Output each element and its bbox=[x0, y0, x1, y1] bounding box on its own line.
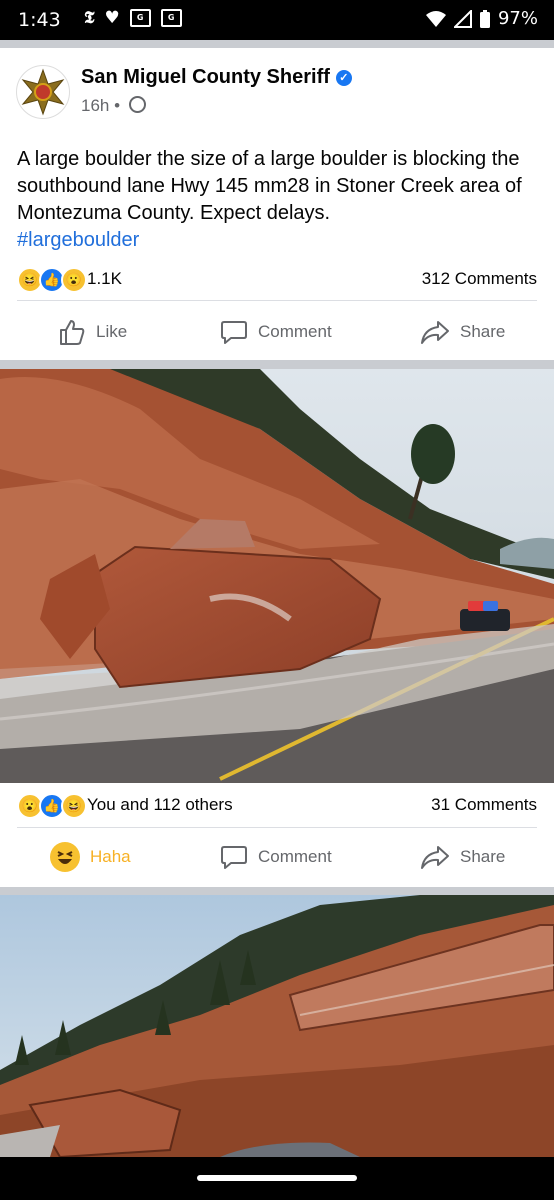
post-meta: 16h • bbox=[81, 96, 146, 116]
google-news-icon: G bbox=[160, 9, 182, 27]
system-nav-bar bbox=[0, 1157, 554, 1200]
wifi-icon bbox=[425, 10, 446, 27]
share-icon bbox=[421, 846, 449, 869]
system-icons: 97% bbox=[425, 8, 538, 29]
photo-comments-count[interactable]: 31 Comments bbox=[431, 795, 537, 815]
post-card: San Miguel County Sheriff ✓ 16h • A large… bbox=[0, 48, 554, 360]
status-bar: 1:43 𝕿 ♥ G G 97% bbox=[0, 0, 554, 40]
hillside-photo[interactable] bbox=[0, 895, 554, 1157]
comment-label: Comment bbox=[258, 322, 332, 341]
comment-icon bbox=[221, 321, 247, 344]
battery-percent: 97% bbox=[497, 8, 538, 29]
haha-face-icon bbox=[50, 842, 80, 872]
comments-count[interactable]: 312 Comments bbox=[422, 269, 537, 289]
comment-button[interactable]: Comment bbox=[220, 304, 332, 360]
top-separator bbox=[0, 40, 554, 48]
post-body: A large boulder the size of a large boul… bbox=[17, 148, 522, 224]
boulder-image bbox=[0, 369, 554, 783]
meta-separator: • bbox=[114, 96, 121, 115]
like-button[interactable]: Like bbox=[58, 304, 127, 360]
wow-reaction-icon: 😮 bbox=[61, 267, 87, 293]
boulder-photo[interactable] bbox=[0, 369, 554, 783]
photo-reactions-summary[interactable]: 😮 👍 😆 You and 112 others 31 Comments bbox=[17, 793, 537, 821]
thumbs-up-icon bbox=[60, 320, 85, 345]
divider bbox=[17, 300, 537, 301]
hillside-image bbox=[0, 895, 554, 1157]
photo-reaction-text[interactable]: You and 112 others bbox=[87, 795, 233, 815]
haha-reaction-icon: 😆 bbox=[61, 793, 87, 819]
post-actions: Like Comment Share bbox=[0, 304, 554, 360]
share-button[interactable]: Share bbox=[420, 829, 505, 885]
nyt-icon: 𝕿 bbox=[84, 8, 95, 28]
globe-icon bbox=[128, 96, 146, 113]
avatar[interactable] bbox=[16, 65, 70, 119]
home-gesture-handle[interactable] bbox=[197, 1175, 357, 1181]
sheriff-star-logo bbox=[21, 68, 65, 116]
verified-badge-icon: ✓ bbox=[335, 70, 352, 86]
reactions-summary[interactable]: 😆 👍 😮 1.1K 312 Comments bbox=[17, 267, 537, 295]
signal-icon bbox=[453, 9, 472, 28]
notification-icons: 𝕿 ♥ G G bbox=[84, 8, 182, 28]
reaction-icons: 😆 👍 😮 bbox=[17, 267, 87, 293]
comment-button[interactable]: Comment bbox=[220, 829, 332, 885]
post-text: A large boulder the size of a large boul… bbox=[17, 146, 539, 254]
hashtag-link[interactable]: #largeboulder bbox=[17, 227, 539, 254]
reaction-count[interactable]: 1.1K bbox=[87, 269, 122, 289]
photo-actions: Haha Comment Share bbox=[0, 829, 554, 885]
haha-button[interactable]: Haha bbox=[50, 829, 131, 885]
share-label: Share bbox=[460, 847, 506, 866]
divider bbox=[17, 827, 537, 828]
heart-icon: ♥ bbox=[104, 8, 120, 28]
share-button[interactable]: Share bbox=[420, 304, 505, 360]
share-icon bbox=[421, 321, 449, 344]
battery-icon bbox=[479, 9, 490, 28]
haha-label: Haha bbox=[90, 847, 131, 866]
photo-reaction-icons: 😮 👍 😆 bbox=[17, 793, 87, 819]
page-name-text[interactable]: San Miguel County Sheriff bbox=[81, 66, 330, 88]
photo-card-footer: 😮 👍 😆 You and 112 others 31 Comments Hah… bbox=[0, 783, 554, 887]
google-news-icon: G bbox=[129, 9, 151, 27]
page-name[interactable]: San Miguel County Sheriff ✓ bbox=[81, 66, 352, 89]
like-label: Like bbox=[96, 322, 128, 341]
post-time[interactable]: 16h bbox=[81, 96, 109, 115]
clock: 1:43 bbox=[18, 9, 61, 31]
comment-label: Comment bbox=[258, 847, 332, 866]
share-label: Share bbox=[460, 322, 506, 341]
comment-icon bbox=[221, 846, 247, 869]
